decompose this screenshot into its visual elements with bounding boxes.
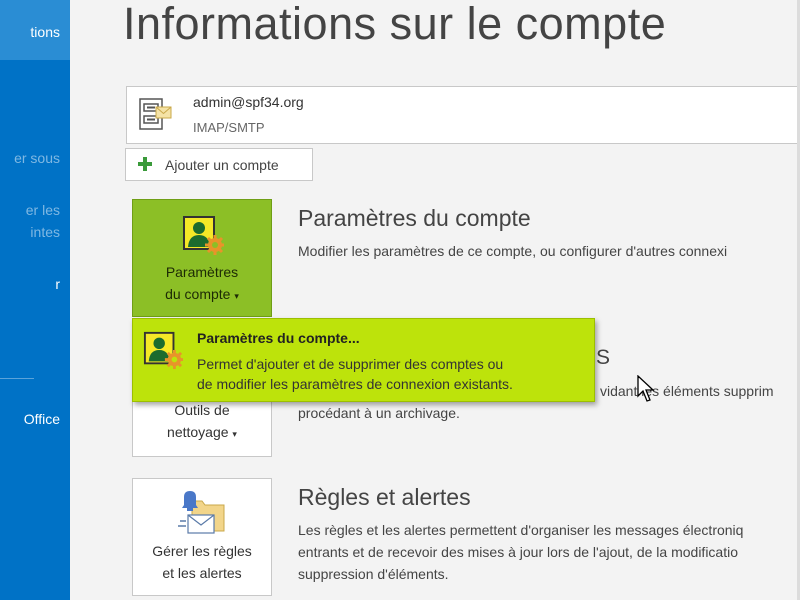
rules-alerts-icon [178, 491, 225, 534]
cleanup-title-fragment: S [596, 346, 611, 369]
account-settings-title: Paramètres du compte [298, 205, 531, 231]
chevron-down-icon: ▾ [232, 429, 237, 439]
rules-alerts-description-line1: Les règles et les alertes permettent d'o… [298, 522, 744, 538]
rules-alerts-description-line3: suppression d'éléments. [298, 566, 449, 582]
rules-alerts-tile-label: Gérer les règles et les alertes [152, 543, 252, 581]
menu-item-title: Paramètres du compte... [197, 330, 360, 346]
sidebar-item-label: Office [23, 411, 60, 427]
account-settings-icon [143, 331, 183, 370]
chevron-down-icon: ▾ [234, 291, 239, 301]
sidebar-item-print[interactable]: r [0, 276, 70, 298]
account-settings-menu-item[interactable]: Paramètres du compte... Permet d'ajouter… [132, 318, 595, 402]
rules-alerts-title: Règles et alertes [298, 484, 471, 510]
sidebar-item-label: r [55, 276, 60, 292]
mouse-cursor-icon [637, 375, 655, 402]
main-content: Informations sur le compte admin@spf34.o… [70, 0, 800, 600]
account-email: admin@spf34.org [193, 94, 304, 110]
sidebar-item-label: intes [30, 224, 60, 240]
rules-alerts-description-line2: entrants et de recevoir des mises à jour… [298, 544, 739, 560]
sidebar-item-save-as[interactable]: er sous [0, 150, 70, 172]
add-account-label: Ajouter un compte [165, 157, 279, 173]
sidebar-item-label: er sous [14, 150, 60, 166]
account-type: IMAP/SMTP [193, 120, 265, 135]
cleanup-tools-tile-label: Outils de nettoyage ▾ [167, 402, 237, 440]
sidebar-item-office-account[interactable]: Office [0, 411, 70, 433]
cleanup-description-line2: procédant à un archivage. [298, 405, 460, 421]
cleanup-description-line1: vidant les éléments supprim [600, 383, 774, 399]
account-settings-icon [183, 216, 224, 255]
account-settings-description: Modifier les paramètres de ce compte, ou… [298, 243, 728, 259]
green-plus-icon [138, 157, 152, 171]
sidebar-item-informations[interactable]: tions [0, 0, 70, 60]
account-selector[interactable]: admin@spf34.org IMAP/SMTP [126, 86, 800, 144]
rules-alerts-tile[interactable]: Gérer les règles et les alertes [132, 478, 272, 596]
sidebar-item-save-attachments[interactable]: er les intes [0, 202, 70, 248]
page-title: Informations sur le compte [123, 0, 667, 49]
sidebar-item-label: tions [30, 24, 60, 40]
sidebar-divider [0, 378, 34, 379]
add-account-button[interactable]: Ajouter un compte [125, 148, 313, 181]
menu-item-description: Permet d'ajouter et de supprimer des com… [197, 356, 513, 392]
account-settings-tile-label: Paramètres du compte ▾ [165, 264, 239, 302]
account-envelope-icon [139, 98, 172, 130]
backstage-sidebar: tions er sous er les intes r Office [0, 0, 70, 600]
sidebar-item-label: er les [25, 202, 60, 218]
account-settings-tile[interactable]: Paramètres du compte ▾ [132, 199, 272, 317]
